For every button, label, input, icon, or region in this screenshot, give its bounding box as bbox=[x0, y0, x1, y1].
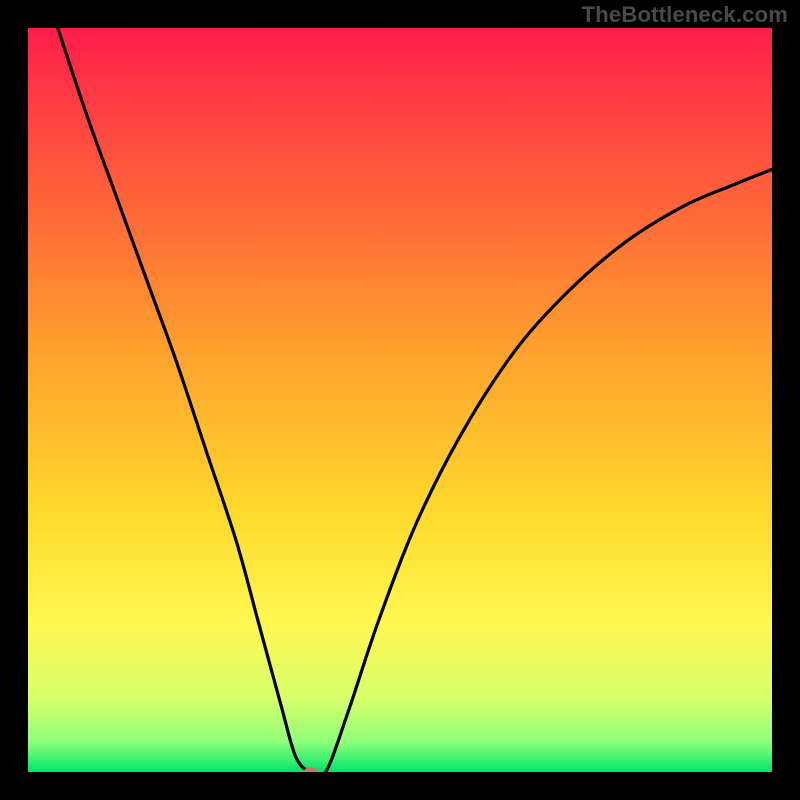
bottleneck-chart bbox=[28, 28, 772, 772]
watermark-label: TheBottleneck.com bbox=[582, 2, 788, 28]
chart-frame: TheBottleneck.com bbox=[0, 0, 800, 800]
gradient-background bbox=[28, 28, 772, 772]
plot-area bbox=[28, 28, 772, 772]
